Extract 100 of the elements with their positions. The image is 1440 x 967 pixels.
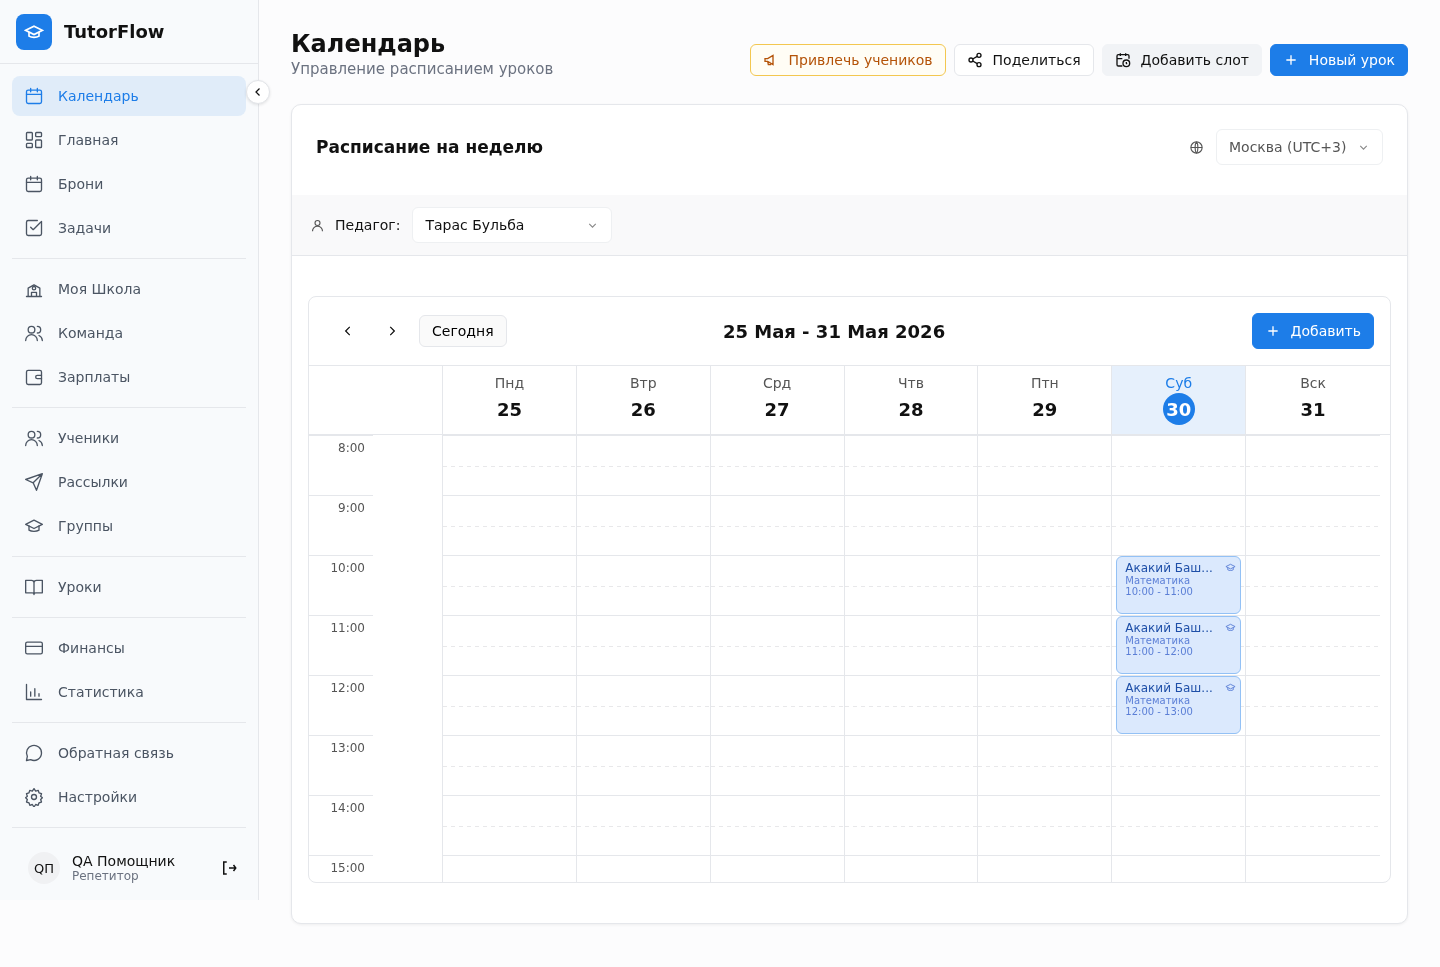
teacher-select[interactable]: Тарас Бульба <box>412 207 613 243</box>
add-button[interactable]: Добавить <box>1251 313 1374 349</box>
collapse-button[interactable] <box>246 80 270 104</box>
promote-button[interactable]: Привлечь учеников <box>749 44 946 76</box>
calendar-cell[interactable] <box>1112 495 1247 555</box>
sidebar-item[interactable]: Настройки <box>12 777 246 817</box>
new-lesson-button[interactable]: Новый урок <box>1269 44 1408 76</box>
sidebar-item[interactable]: Главная <box>12 120 246 160</box>
calendar-cell[interactable] <box>576 675 711 735</box>
calendar-cell[interactable] <box>978 735 1113 795</box>
time-label: 14:00 <box>329 800 365 815</box>
sidebar-item[interactable]: Команда <box>12 313 246 353</box>
app-name: TutorFlow <box>64 21 165 42</box>
calendar-cell[interactable] <box>978 615 1113 675</box>
person-icon <box>310 217 325 233</box>
user-role: Репетитор <box>72 869 140 883</box>
calendar-cell[interactable] <box>844 675 979 735</box>
calendar-cell[interactable] <box>710 615 845 675</box>
calendar-cell[interactable] <box>443 435 577 495</box>
student-name: Акакий Баш... <box>1125 681 1213 695</box>
calendar-cell[interactable] <box>844 495 979 555</box>
sidebar-item[interactable]: Статистика <box>12 672 246 712</box>
calendar-cell[interactable] <box>576 555 711 615</box>
time-label: 8:00 <box>337 440 365 455</box>
day-name: Втр <box>629 375 657 391</box>
calendar-cell[interactable] <box>844 615 979 675</box>
logo-icon <box>16 13 52 50</box>
time-label: 12:00 <box>329 680 365 695</box>
timezone-select[interactable]: Москва (UTC+3) <box>1216 129 1383 165</box>
grid-icon <box>24 130 44 150</box>
calendar-cell[interactable] <box>710 495 845 555</box>
sidebar-item[interactable]: Брони <box>12 164 246 204</box>
calendar-cell[interactable] <box>443 615 577 675</box>
sidebar-item[interactable]: Задачи <box>12 208 246 248</box>
day-date: 26 <box>630 397 656 422</box>
calendar-cell[interactable] <box>443 495 577 555</box>
sidebar-item[interactable]: Уроки <box>12 567 246 607</box>
day-date: 30 <box>1162 393 1195 425</box>
logout-icon[interactable] <box>220 859 238 877</box>
share-button[interactable]: Поделиться <box>953 44 1094 76</box>
day-date: 31 <box>1300 397 1326 422</box>
calendar-cell[interactable] <box>576 495 711 555</box>
calendar-cell[interactable] <box>443 675 577 735</box>
calendar-cell[interactable] <box>1112 735 1247 795</box>
calendar-cell[interactable] <box>844 435 979 495</box>
people-icon <box>24 323 44 343</box>
calendar-cell[interactable] <box>978 555 1113 615</box>
day-header[interactable]: Чтв 28 <box>844 366 979 434</box>
calendar-cell[interactable] <box>710 675 845 735</box>
time-label: 15:00 <box>329 860 365 875</box>
book-icon <box>24 577 44 597</box>
calendar-cell[interactable] <box>978 795 1113 855</box>
checkbox-icon <box>24 218 44 238</box>
calendar-cell[interactable] <box>443 795 577 855</box>
calendar-cell[interactable] <box>710 555 845 615</box>
bar-chart-icon <box>24 682 44 702</box>
calendar-cell[interactable] <box>978 675 1113 735</box>
calendar-cell[interactable] <box>443 735 577 795</box>
calendar-cell[interactable] <box>710 435 845 495</box>
time-label: 11:00 <box>329 620 365 635</box>
sidebar-item[interactable]: Группы <box>12 506 246 546</box>
graduation-cap-icon <box>1225 682 1237 693</box>
day-name: Чтв <box>898 375 924 391</box>
add-slot-button[interactable]: Добавить слот <box>1101 44 1262 76</box>
sidebar-item[interactable]: Рассылки <box>12 462 246 502</box>
calendar-cell[interactable] <box>576 615 711 675</box>
sidebar-item[interactable]: Обратная связь <box>12 733 246 773</box>
avatar: QП <box>28 852 60 884</box>
calendar-cell[interactable] <box>978 435 1113 495</box>
settings-icon <box>24 787 44 807</box>
day-date: 27 <box>764 397 790 422</box>
today-button[interactable]: Сегодня <box>419 315 507 347</box>
day-header[interactable]: Вск 31 <box>1246 366 1380 434</box>
calendar-cell[interactable] <box>443 555 577 615</box>
day-header[interactable]: Срд 27 <box>710 366 845 434</box>
page-title: Календарь <box>291 30 447 58</box>
calendar-cell[interactable] <box>576 795 711 855</box>
sidebar-item[interactable]: Моя Школа <box>12 269 246 309</box>
calendar-cell[interactable] <box>576 735 711 795</box>
calendar-cell[interactable] <box>576 435 711 495</box>
calendar-cell[interactable] <box>710 735 845 795</box>
calendar-cell[interactable] <box>844 795 979 855</box>
calendar-icon <box>24 174 44 194</box>
calendar-icon <box>24 86 44 106</box>
calendar-cell[interactable] <box>710 795 845 855</box>
day-header[interactable]: Суб 30 <box>1112 366 1247 434</box>
calendar-cell[interactable] <box>844 555 979 615</box>
calendar-cell[interactable] <box>844 735 979 795</box>
chat-icon <box>24 743 44 763</box>
day-header[interactable]: Пнд 25 <box>443 366 577 434</box>
day-header[interactable]: Втр 26 <box>576 366 711 434</box>
sidebar-item[interactable]: Ученики <box>12 418 246 458</box>
sidebar-item[interactable]: Финансы <box>12 628 246 668</box>
sidebar-item[interactable]: Зарплаты <box>12 357 246 397</box>
calendar-cell[interactable] <box>978 495 1113 555</box>
calendar-cell[interactable] <box>1112 795 1247 855</box>
calendar-cell[interactable] <box>1112 435 1247 495</box>
day-name: Вск <box>1300 375 1326 391</box>
lesson-subject: Математика <box>1125 575 1192 586</box>
graduation-cap-icon <box>1225 562 1237 573</box>
